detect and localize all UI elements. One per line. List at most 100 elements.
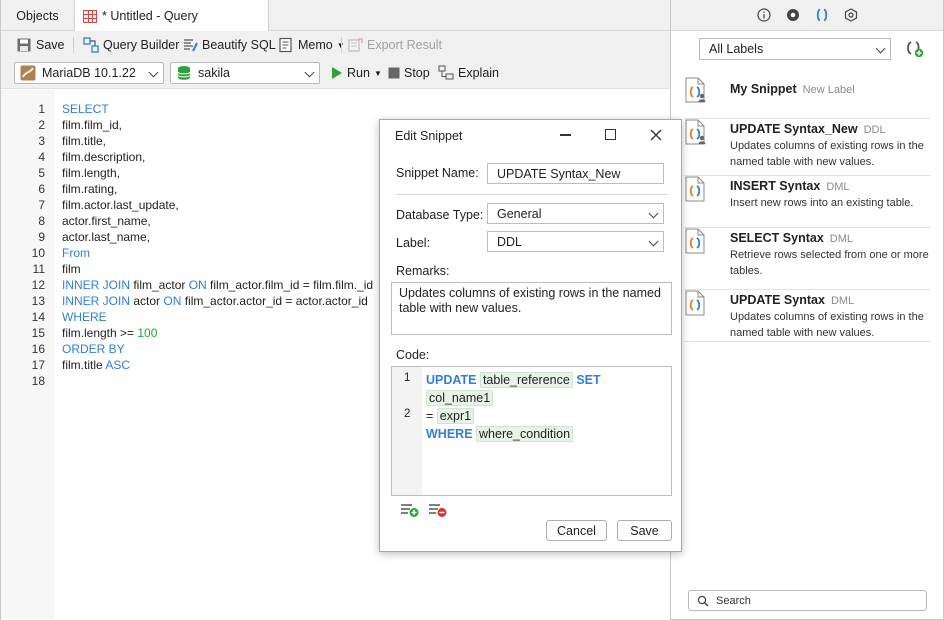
memo-label: Memo [298, 38, 333, 52]
chevron-down-icon [148, 67, 159, 78]
line-number: 6 [38, 182, 45, 196]
snippet-item[interactable]: INSERT Syntax DML Insert new rows into an … [684, 176, 931, 228]
remarks-textarea[interactable]: Updates columns of existing rows in the … [391, 282, 672, 335]
sql-keyword: INNER JOIN [62, 294, 131, 308]
snippet-name-label: Snippet Name: [396, 166, 479, 180]
chevron-down-icon [875, 43, 886, 54]
memo-button[interactable]: Memo ▼ [278, 36, 345, 54]
add-placeholder-icon[interactable] [400, 502, 420, 518]
code-line: film.description, [62, 150, 145, 164]
tab-query[interactable]: * Untitled - Query [75, 0, 269, 32]
sql-text: film_actor [130, 278, 189, 292]
snippet-title: My Snippet New Label [730, 82, 855, 96]
export-result-button[interactable]: Export Result [347, 36, 442, 54]
snippet-item[interactable]: UPDATE Syntax DML Updates columns of exist… [684, 290, 931, 342]
label-select-value: DDL [497, 234, 523, 249]
snippet-item[interactable]: My Snippet New Label [684, 77, 931, 119]
line-number: 4 [38, 150, 45, 164]
cancel-button-label: Cancel [557, 523, 596, 538]
snippet-title: UPDATE Syntax DML [730, 293, 854, 307]
info-icon[interactable] [757, 8, 771, 22]
snippet-item[interactable]: UPDATE Syntax_New DDL Updates columns of e… [684, 119, 931, 176]
database-select-value: sakila [198, 66, 230, 80]
code-gutter [392, 367, 422, 495]
preview-icon[interactable] [786, 8, 800, 22]
explain-label: Explain [458, 66, 499, 80]
database-type-select[interactable]: General [487, 203, 664, 224]
snippet-title-text: UPDATE Syntax_New [730, 122, 858, 136]
remove-placeholder-icon[interactable] [428, 502, 448, 518]
save-button[interactable]: Save [16, 36, 65, 54]
stop-label: Stop [404, 66, 430, 80]
tab-objects-label: Objects [16, 8, 59, 23]
cancel-button[interactable]: Cancel [546, 520, 607, 541]
code-line: ORDER BY [62, 342, 125, 356]
toolbar-divider [73, 37, 74, 53]
sql-keyword: INNER JOIN [62, 278, 131, 292]
query-builder-button[interactable]: Query Builder [83, 36, 179, 54]
snippet-item[interactable]: SELECT Syntax DML Retrieve rows selected f… [684, 228, 931, 290]
close-icon[interactable] [650, 129, 662, 141]
tab-objects[interactable]: Objects [1, 0, 75, 31]
sql-text: film.actor.last_update, [62, 198, 179, 212]
label-filter-select[interactable]: All Labels [699, 38, 891, 60]
new-snippet-icon[interactable] [905, 40, 925, 58]
user-snippet-icon [684, 77, 706, 103]
database-icon [177, 66, 191, 80]
code-line: film.length >= 100 [62, 326, 157, 340]
code-keyword: WHERE [426, 427, 473, 441]
code-line: INNER JOIN actor ON film_actor.actor_id … [62, 294, 368, 308]
snippet-description: Retrieve rows selected from one or more … [730, 249, 929, 277]
minimize-icon[interactable] [560, 134, 571, 136]
connection-select[interactable]: MariaDB 10.1.22 [14, 62, 164, 84]
tab-bar: Objects * Untitled - Query [1, 0, 671, 32]
line-number: 11 [32, 262, 45, 276]
snippet-category: New Label [802, 84, 855, 96]
snippet-category: DDL [863, 124, 886, 136]
label-select[interactable]: DDL [487, 231, 664, 252]
panel-tab-bar [671, 0, 943, 31]
sql-text: actor [130, 294, 164, 308]
code-line: From [62, 246, 90, 260]
database-type-label: Database Type: [396, 208, 484, 222]
run-button[interactable]: Run ▼ [331, 64, 382, 82]
snippet-title-text: My Snippet [730, 82, 797, 96]
code-keyword: SET [576, 373, 601, 387]
export-result-label: Export Result [367, 38, 443, 52]
dialog-save-button[interactable]: Save [617, 520, 672, 541]
snippet-search-input[interactable]: Search [688, 590, 927, 611]
chevron-down-icon [304, 67, 315, 78]
line-number: 13 [31, 294, 45, 308]
snippet-name-input[interactable]: UPDATE Syntax_New [487, 163, 664, 184]
line-number: 2 [38, 118, 45, 132]
code-line-number: 2 [404, 408, 411, 420]
snippet-list: My Snippet New Label UPDATE Syntax_New DDL U… [671, 66, 943, 366]
tab-query-label: * Untitled - Query [102, 9, 198, 23]
code-placeholder: col_name1 [426, 390, 494, 406]
run-icon [332, 67, 342, 79]
code-line-number: 1 [404, 372, 411, 384]
snippet-file-icon [684, 228, 706, 254]
stop-icon [388, 67, 400, 79]
settings-hex-icon[interactable] [844, 8, 858, 22]
editor-gutter: 1 2 3 4 5 6 7 8 9 10 11 12 13 14 15 16 17 18 [1, 90, 54, 619]
line-number: 16 [31, 342, 45, 356]
code-snippet-icon[interactable] [815, 8, 829, 22]
explain-button[interactable]: Explain [438, 64, 499, 82]
code-editor[interactable]: 1 2 UPDATE table_reference SET col_name1… [391, 366, 672, 496]
maximize-icon[interactable] [605, 129, 616, 140]
code-line: WHERE [62, 310, 107, 324]
database-select[interactable]: sakila [170, 62, 320, 84]
chevron-down-icon [648, 208, 659, 219]
snippet-description: Updates columns of existing rows in the … [730, 311, 924, 339]
beautify-sql-button[interactable]: Beautify SQL [182, 36, 276, 54]
code-line: film.length, [62, 166, 120, 180]
dialog-save-button-label: Save [630, 523, 659, 538]
database-type-value: General [497, 206, 542, 221]
toolbar-secondary: MariaDB 10.1.22 sakila Run ▼ Stop Explai… [1, 59, 671, 89]
snippet-title-text: UPDATE Syntax [730, 293, 825, 307]
code-line: INNER JOIN film_actor ON film_actor.film… [62, 278, 373, 292]
dialog-divider [396, 194, 668, 195]
stop-button[interactable]: Stop [388, 64, 430, 82]
line-number: 7 [38, 198, 45, 212]
